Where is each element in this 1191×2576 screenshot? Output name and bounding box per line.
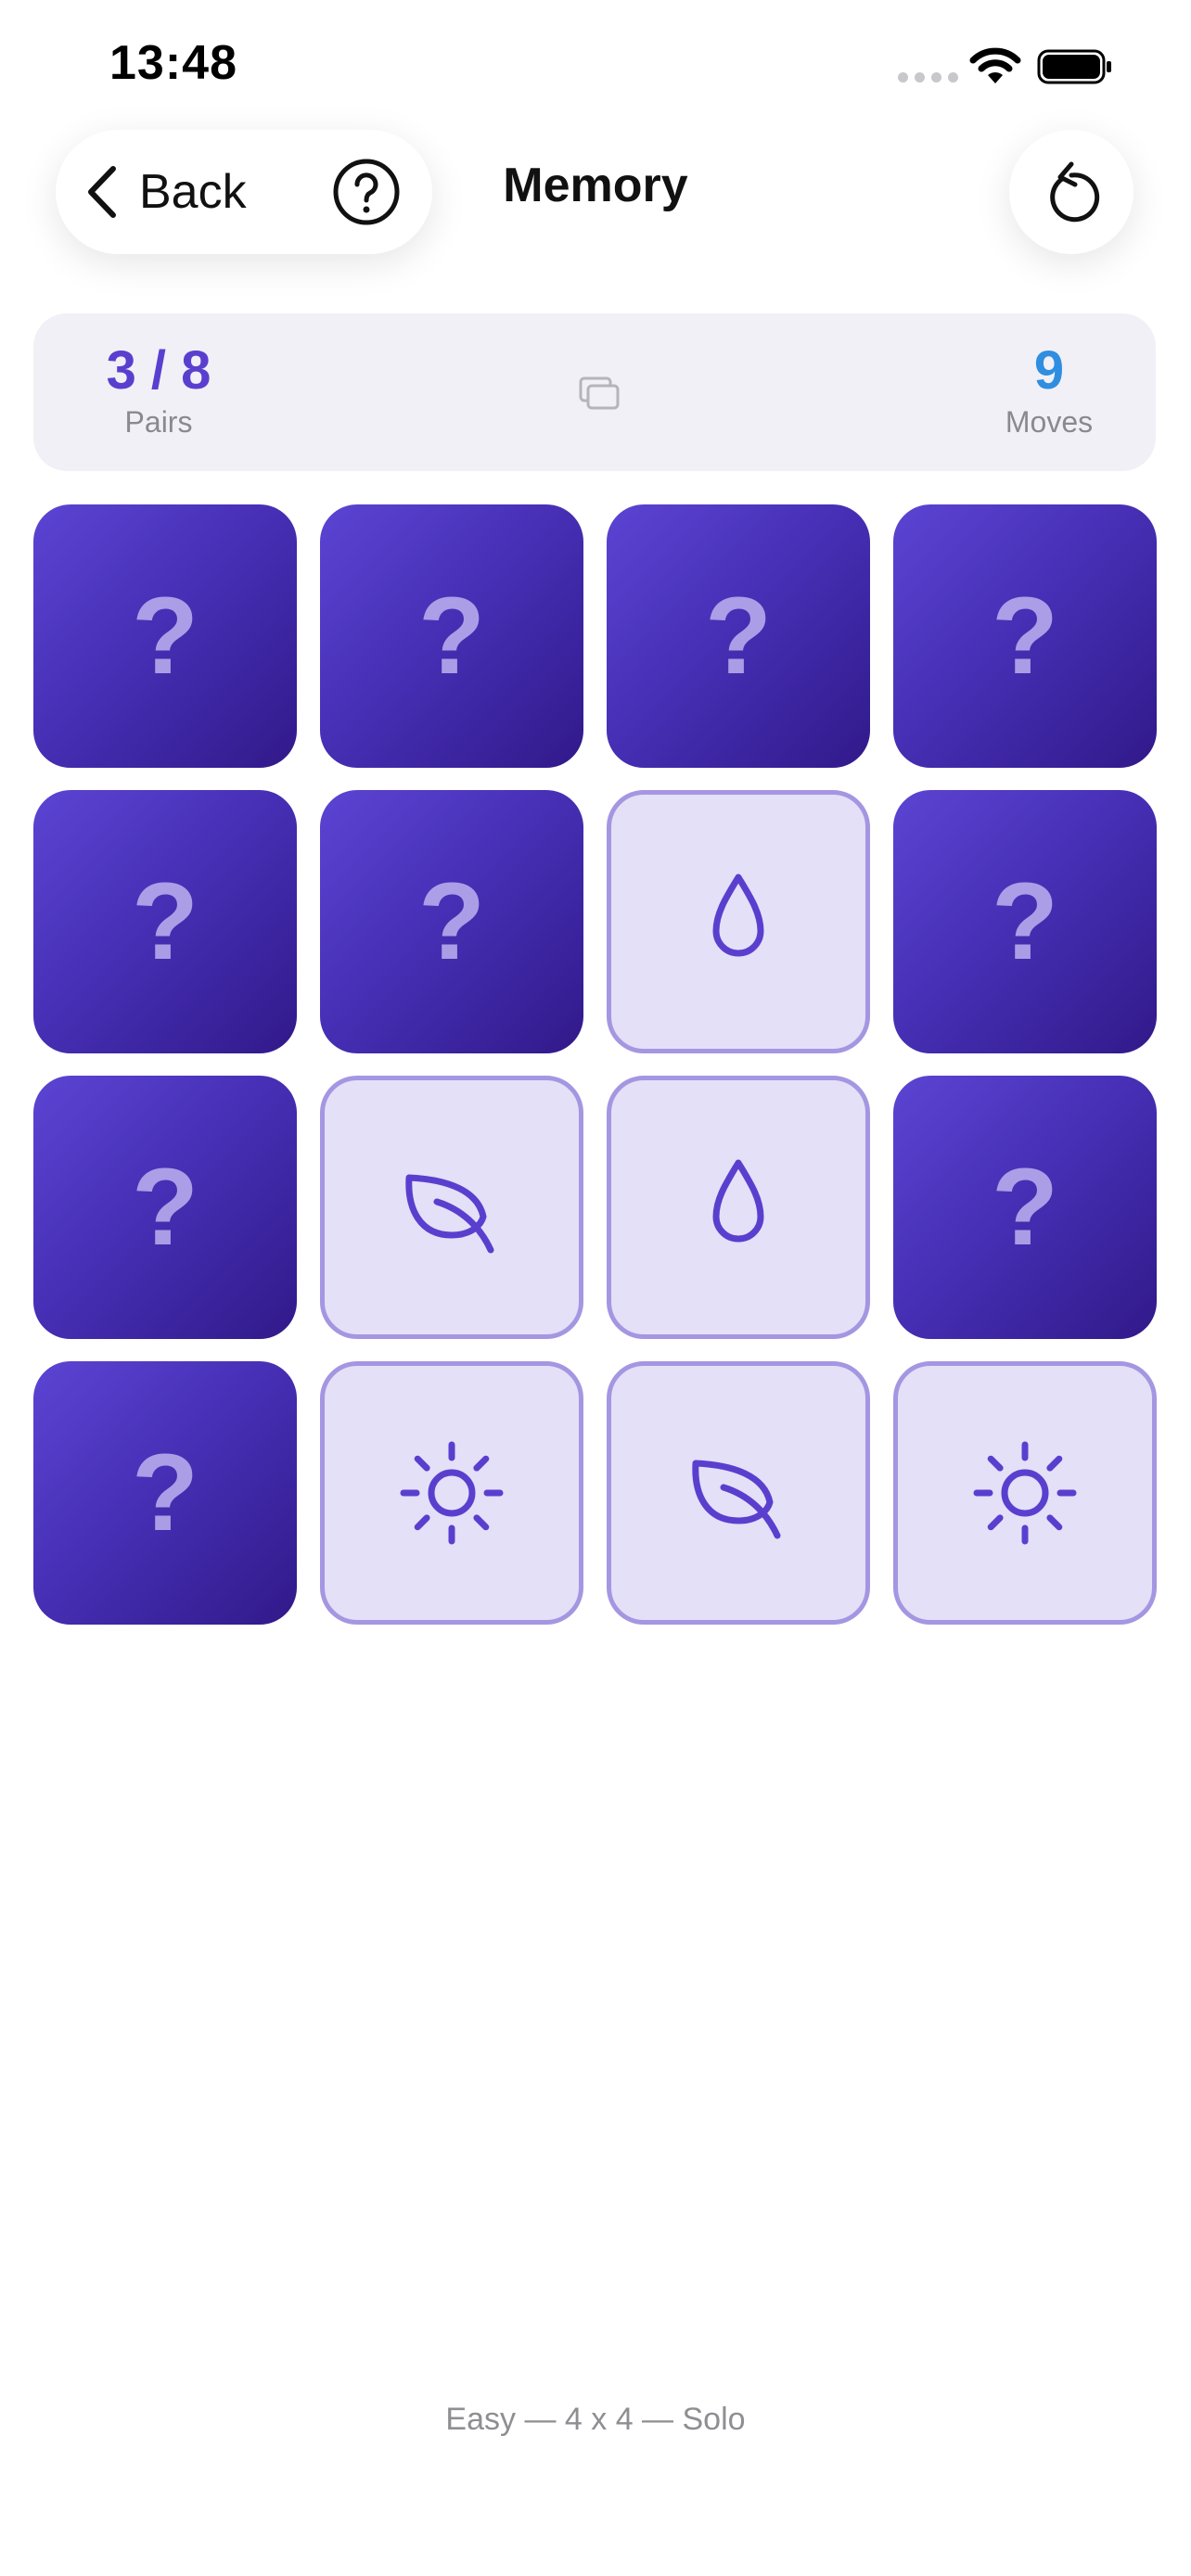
drop-icon bbox=[712, 874, 764, 957]
battery-icon bbox=[1037, 49, 1111, 84]
game-mode-label: Easy — 4 x 4 — Solo bbox=[445, 2402, 746, 2437]
memory-card[interactable]: ? bbox=[33, 790, 297, 1053]
sun-icon bbox=[973, 1441, 1077, 1545]
pairs-counter: 3 / 8 Pairs bbox=[89, 339, 228, 440]
question-mark-icon: ? bbox=[131, 575, 199, 697]
pairs-value: 3 / 8 bbox=[106, 340, 211, 401]
memory-card[interactable] bbox=[893, 1361, 1157, 1625]
memory-card[interactable] bbox=[607, 1076, 870, 1339]
question-mark-icon: ? bbox=[131, 1432, 199, 1554]
sun-icon bbox=[400, 1441, 504, 1545]
card-grid: ?????????? bbox=[33, 504, 1157, 1625]
restart-icon bbox=[1050, 161, 1100, 223]
memory-card[interactable]: ? bbox=[607, 504, 870, 768]
memory-card[interactable] bbox=[607, 790, 870, 1053]
cards-icon bbox=[579, 376, 620, 410]
memory-card[interactable]: ? bbox=[893, 1076, 1157, 1339]
question-mark-icon: ? bbox=[131, 861, 199, 983]
drop-icon bbox=[712, 1159, 764, 1243]
pairs-label: Pairs bbox=[124, 405, 193, 439]
restart-button[interactable] bbox=[1009, 130, 1133, 254]
back-button[interactable]: Back bbox=[83, 130, 247, 254]
memory-card[interactable] bbox=[320, 1076, 583, 1339]
memory-card[interactable]: ? bbox=[320, 790, 583, 1053]
memory-card[interactable]: ? bbox=[893, 504, 1157, 768]
question-mark-icon: ? bbox=[417, 861, 486, 983]
chevron-left-icon bbox=[88, 166, 116, 218]
memory-card[interactable] bbox=[320, 1361, 583, 1625]
question-mark-icon: ? bbox=[991, 861, 1059, 983]
question-mark-icon: ? bbox=[991, 575, 1059, 697]
question-mark-icon: ? bbox=[417, 575, 486, 697]
moves-value: 9 bbox=[1033, 340, 1065, 401]
memory-card[interactable]: ? bbox=[33, 504, 297, 768]
question-mark-icon: ? bbox=[131, 1146, 199, 1269]
memory-card[interactable]: ? bbox=[320, 504, 583, 768]
moves-counter: 9 Moves bbox=[989, 339, 1109, 440]
wifi-icon bbox=[969, 47, 1021, 83]
status-time: 13:48 bbox=[109, 36, 237, 90]
status-bar: 13:48 bbox=[0, 0, 1191, 139]
cellular-signal-icon bbox=[898, 72, 958, 83]
moves-label: Moves bbox=[1005, 405, 1094, 439]
memory-card[interactable]: ? bbox=[33, 1361, 297, 1625]
leaf-icon bbox=[692, 1460, 781, 1539]
back-label: Back bbox=[139, 165, 247, 219]
leaf-icon bbox=[405, 1174, 494, 1254]
question-mark-icon: ? bbox=[704, 575, 773, 697]
memory-card[interactable]: ? bbox=[893, 790, 1157, 1053]
nav-pill: Back bbox=[56, 130, 432, 254]
memory-card[interactable]: ? bbox=[33, 1076, 297, 1339]
question-mark-icon: ? bbox=[991, 1146, 1059, 1269]
help-icon[interactable] bbox=[330, 156, 403, 228]
memory-card[interactable] bbox=[607, 1361, 870, 1625]
